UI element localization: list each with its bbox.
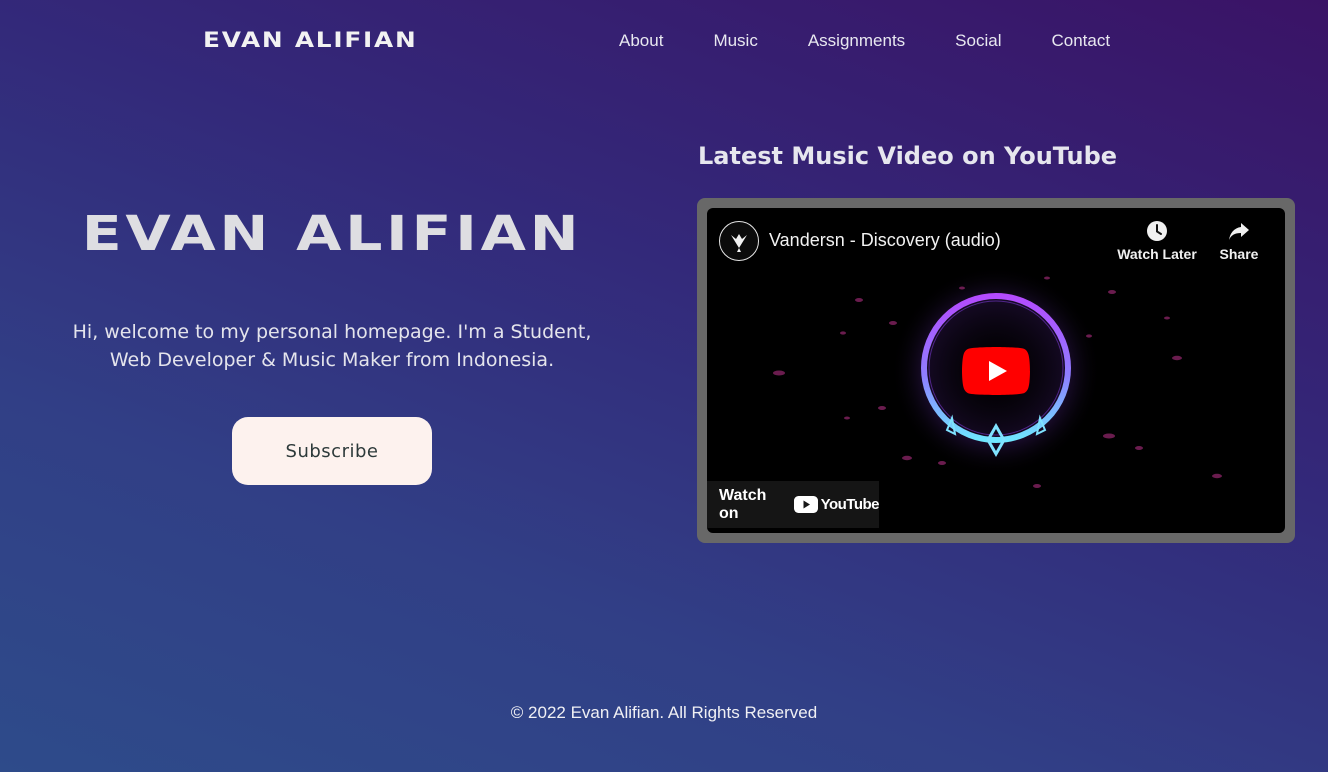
nav-music[interactable]: Music <box>713 31 757 51</box>
play-button-icon[interactable] <box>962 347 1030 395</box>
youtube-player[interactable]: Vandersn - Discovery (audio) Watch Later… <box>707 208 1285 533</box>
video-heading: Latest Music Video on YouTube <box>698 142 1118 170</box>
watch-later-button[interactable]: Watch Later <box>1117 220 1197 262</box>
youtube-wordmark: YouTube <box>820 496 880 513</box>
watch-on-label: Watch on <box>719 486 767 522</box>
share-label: Share <box>1219 246 1259 262</box>
watch-later-label: Watch Later <box>1117 246 1197 262</box>
intro-line-1: Hi, welcome to my personal homepage. I'm… <box>72 321 592 343</box>
intro-text: Hi, welcome to my personal homepage. I'm… <box>40 318 624 374</box>
clock-icon <box>1147 221 1167 241</box>
video-title[interactable]: Vandersn - Discovery (audio) <box>769 230 1001 251</box>
video-frame: Vandersn - Discovery (audio) Watch Later… <box>697 198 1295 543</box>
nav-contact[interactable]: Contact <box>1051 31 1110 51</box>
nav-assignments[interactable]: Assignments <box>808 31 905 51</box>
site-logo[interactable]: EVAN ALIFIAN <box>203 28 417 52</box>
footer-copyright: © 2022 Evan Alifian. All Rights Reserved <box>510 703 818 722</box>
hero-title: EVAN ALIFIAN <box>81 206 583 262</box>
nav-social[interactable]: Social <box>955 31 1001 51</box>
youtube-logo-icon: YouTube <box>793 496 880 513</box>
share-button[interactable]: Share <box>1199 220 1279 262</box>
subscribe-button[interactable]: Subscribe <box>232 417 432 485</box>
nav-about[interactable]: About <box>619 31 663 51</box>
intro-line-2: Web Developer & Music Maker from Indones… <box>109 349 555 371</box>
share-arrow-icon <box>1229 223 1249 240</box>
channel-avatar-icon[interactable] <box>719 221 759 261</box>
watch-on-youtube-button[interactable]: Watch on YouTube <box>707 481 880 528</box>
main-nav: About Music Assignments Social Contact <box>619 31 1160 51</box>
